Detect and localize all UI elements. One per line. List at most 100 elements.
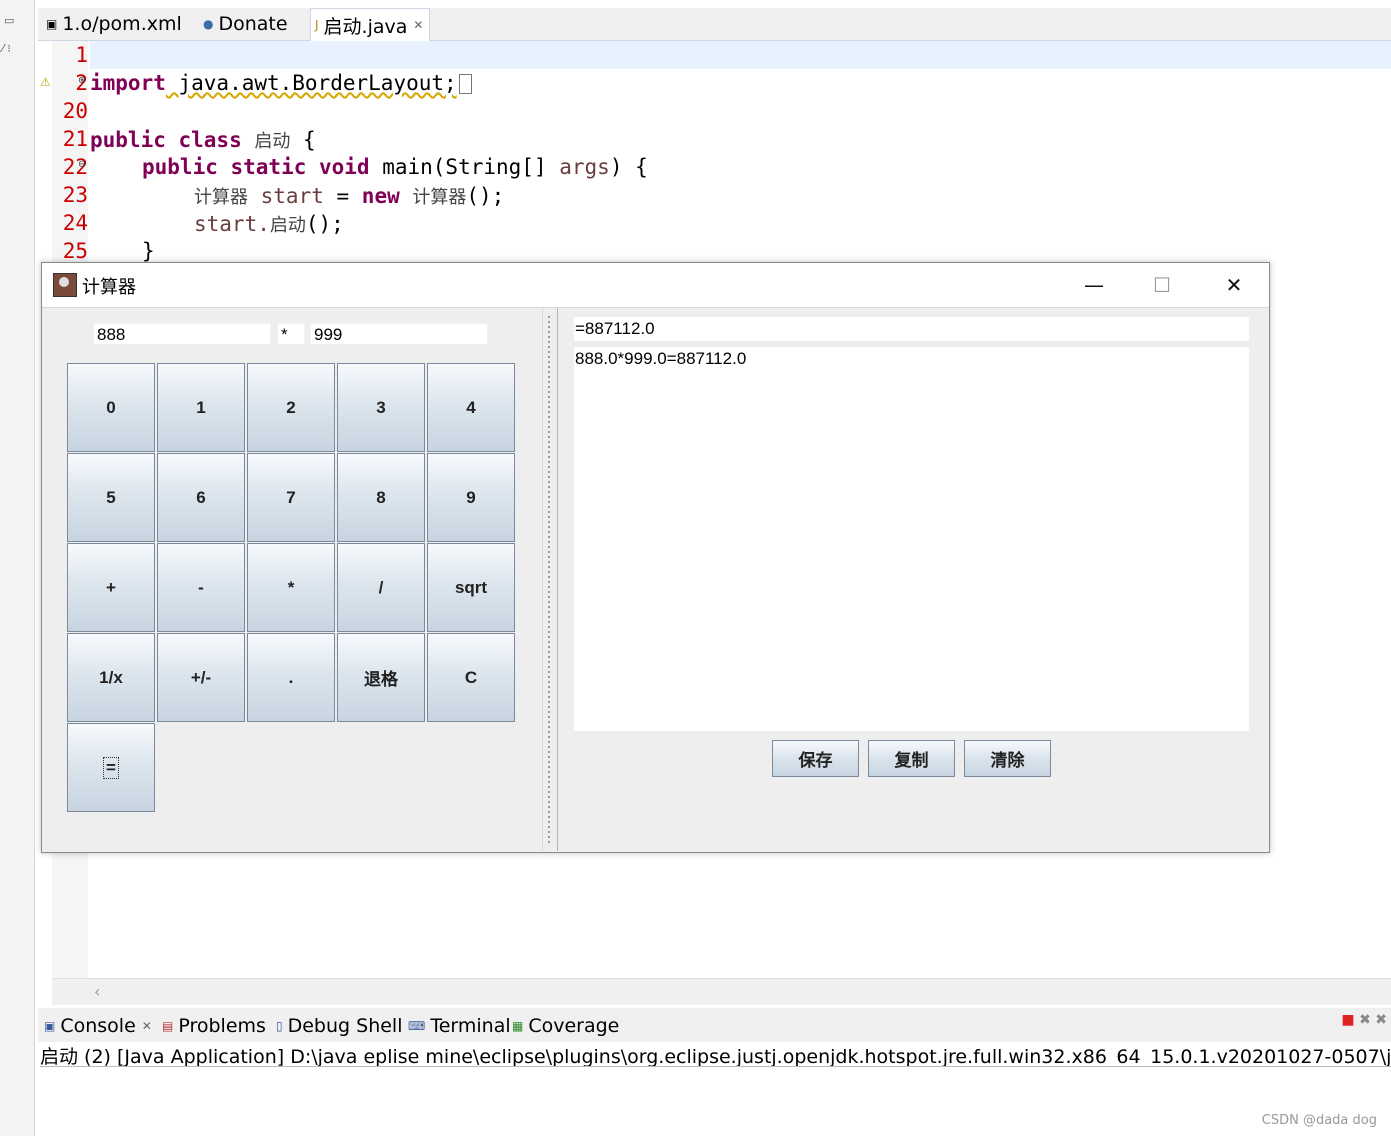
- code-text: =: [323, 184, 362, 208]
- maximize-button[interactable]: ☐: [1142, 269, 1182, 301]
- tab-label: Coverage: [528, 1015, 620, 1037]
- decimal-button[interactable]: .: [247, 633, 335, 722]
- tab-donate[interactable]: ● Donate: [203, 8, 288, 40]
- code-line-import: import java.awt.BorderLayout;: [90, 71, 472, 95]
- variable: start.: [194, 212, 270, 236]
- operand1-field[interactable]: 888: [93, 323, 271, 345]
- backspace-button[interactable]: 退格: [337, 633, 425, 722]
- tab-qidong-java[interactable]: J 启动.java ✕: [310, 8, 431, 41]
- globe-icon: ●: [203, 17, 214, 31]
- digit-8-button[interactable]: 8: [337, 453, 425, 542]
- operator-field[interactable]: *: [277, 323, 305, 345]
- multiply-button[interactable]: *: [247, 543, 335, 632]
- editor-horizontal-scrollbar[interactable]: ‹: [52, 978, 1391, 1005]
- equals-label: =: [103, 756, 119, 779]
- remove-all-icon[interactable]: ✖: [1375, 1012, 1387, 1028]
- keyword: public static void: [142, 155, 370, 179]
- tab-debug-shell[interactable]: ▯ Debug Shell: [276, 1015, 402, 1037]
- code-text: {: [290, 128, 316, 152]
- tab-terminal[interactable]: ⌨ Terminal: [408, 1015, 511, 1037]
- fold-collapse-icon[interactable]: ⊖: [78, 159, 86, 170]
- history-entry: 888.0*999.0=887112.0: [575, 349, 747, 368]
- type-name: 计算器: [412, 187, 467, 208]
- window-titlebar[interactable]: 计算器 — ☐ ✕: [42, 263, 1269, 308]
- code-line-new: 计算器 start = new 计算器();: [194, 183, 504, 209]
- tab-label: 启动.java: [323, 15, 408, 38]
- folded-imports-box[interactable]: [458, 74, 472, 94]
- reciprocal-button[interactable]: 1/x: [67, 633, 155, 722]
- operand2-field[interactable]: 999: [310, 323, 488, 345]
- digit-7-button[interactable]: 7: [247, 453, 335, 542]
- history-textarea[interactable]: 888.0*999.0=887112.0: [574, 347, 1249, 731]
- code-text: ) {: [609, 155, 648, 179]
- equals-button[interactable]: =: [67, 723, 155, 812]
- code-line-main: public static void main(String[] args) {: [142, 155, 648, 179]
- line-number: 24: [62, 211, 88, 235]
- current-line-highlight: [90, 41, 1391, 69]
- remove-launch-icon[interactable]: ✖: [1359, 1012, 1371, 1028]
- console-launch-line: 启动 (2) [Java Application] D:\java eplise…: [40, 1042, 1391, 1067]
- code-line-start: start.启动();: [194, 211, 344, 237]
- digit-2-button[interactable]: 2: [247, 363, 335, 452]
- tab-label: Donate: [218, 13, 288, 35]
- code-line-close: }: [142, 239, 155, 263]
- java-file-icon: J: [315, 18, 319, 32]
- digit-3-button[interactable]: 3: [337, 363, 425, 452]
- keyword: new: [361, 184, 400, 208]
- tab-coverage[interactable]: ▦ Coverage: [512, 1015, 619, 1037]
- split-pane-divider[interactable]: [542, 308, 558, 851]
- console-output[interactable]: 启动 (2) [Java Application] D:\java eplise…: [38, 1042, 1391, 1136]
- tab-pom-xml[interactable]: ▣ 1.o/pom.xml: [46, 8, 182, 40]
- minimize-button[interactable]: —: [1074, 269, 1114, 301]
- hierarchy-icon[interactable]: ⁄ ⁝: [2, 42, 11, 55]
- add-button[interactable]: +: [67, 543, 155, 632]
- warning-icon[interactable]: ⚠: [40, 75, 51, 89]
- watermark: CSDN @dada dog: [1261, 1113, 1377, 1128]
- coverage-icon: ▦: [512, 1019, 524, 1033]
- digit-9-button[interactable]: 9: [427, 453, 515, 542]
- keyword: import: [90, 71, 166, 95]
- clear-button[interactable]: C: [427, 633, 515, 722]
- code-text: }: [142, 239, 155, 263]
- terminal-icon: ⌨: [408, 1019, 426, 1033]
- sqrt-button[interactable]: sqrt: [427, 543, 515, 632]
- tab-problems[interactable]: ▤ Problems: [162, 1015, 266, 1037]
- xml-file-icon: ▣: [46, 17, 58, 31]
- digit-5-button[interactable]: 5: [67, 453, 155, 542]
- tab-label: Problems: [178, 1015, 266, 1037]
- scroll-left-icon[interactable]: ‹: [94, 982, 100, 1001]
- subtract-button[interactable]: -: [157, 543, 245, 632]
- close-button[interactable]: ✕: [1214, 269, 1254, 301]
- tab-label: 1.o/pom.xml: [62, 13, 182, 35]
- tab-console[interactable]: ▣ Console ✕: [44, 1015, 152, 1037]
- variable: start: [248, 184, 324, 208]
- result-field[interactable]: =887112.0: [574, 317, 1249, 341]
- calculator-window: 计算器 — ☐ ✕ 888 * 999 0 1 2 3 4 5 6 7 8 9 …: [41, 262, 1270, 853]
- line-number: 25: [62, 239, 88, 263]
- digit-4-button[interactable]: 4: [427, 363, 515, 452]
- minimize-view-icon[interactable]: ▭: [4, 14, 14, 27]
- line-number: 21: [62, 127, 88, 151]
- terminate-icon[interactable]: ■: [1341, 1012, 1354, 1028]
- close-tab-icon[interactable]: ✕: [413, 18, 423, 32]
- digit-1-button[interactable]: 1: [157, 363, 245, 452]
- tab-label: Console: [60, 1015, 136, 1037]
- fold-expand-icon[interactable]: ⊕: [78, 75, 86, 86]
- code-text: ();: [466, 184, 505, 208]
- code-text: ();: [305, 212, 344, 236]
- console-toolbar: ■ ✖ ✖: [1341, 1012, 1387, 1028]
- digit-0-button[interactable]: 0: [67, 363, 155, 452]
- clear-history-button[interactable]: 清除: [964, 740, 1051, 777]
- negate-button[interactable]: +/-: [157, 633, 245, 722]
- digit-6-button[interactable]: 6: [157, 453, 245, 542]
- editor-tab-bar: ▣ 1.o/pom.xml ● Donate J 启动.java ✕: [38, 8, 1391, 41]
- method-name: 启动: [269, 215, 306, 236]
- divide-button[interactable]: /: [337, 543, 425, 632]
- keyword: public class: [90, 128, 242, 152]
- save-button[interactable]: 保存: [772, 740, 859, 777]
- close-tab-icon[interactable]: ✕: [142, 1019, 152, 1033]
- copy-button[interactable]: 复制: [868, 740, 955, 777]
- code-text: java.awt.BorderLayout;: [165, 71, 457, 95]
- left-toolbar-strip: ▭ ⁄ ⁝: [0, 0, 35, 1136]
- variable: args: [559, 155, 610, 179]
